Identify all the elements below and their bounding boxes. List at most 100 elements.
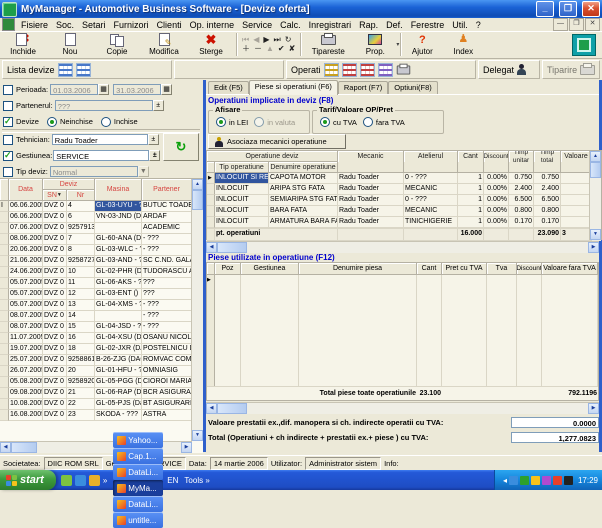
mdi-restore-button[interactable]: ❐ — [569, 18, 584, 31]
deviz-row[interactable]: 05.07.2005 DVZ 0 13 GL-04-XMS - ?? - ??? — [0, 300, 203, 311]
tray-icon[interactable] — [520, 476, 529, 485]
copie-button[interactable]: Copie — [94, 31, 141, 58]
valoare-column-header[interactable]: Valoare — [561, 151, 592, 162]
atelierul-column-header[interactable]: Atelierul — [404, 151, 458, 162]
menu-item[interactable]: Setari — [78, 20, 110, 30]
taskbar-task-button[interactable]: Cap.1... — [113, 448, 163, 464]
tip-deviz-checkbox[interactable] — [3, 167, 13, 177]
masina-column-header[interactable]: Masina — [95, 179, 142, 201]
index-button[interactable]: ♟ Index — [443, 31, 484, 58]
operatiune-row[interactable]: INLOCUIT BARA FATA Radu Toader MECANIC 1… — [207, 206, 601, 217]
insert-record-icon[interactable]: ＋ — [242, 45, 250, 53]
tray-icon[interactable] — [509, 476, 518, 485]
menu-item[interactable]: Soc. — [52, 20, 78, 30]
deviz-row[interactable]: 08.07.2005 DVZ 0 15 GL-04-JSD - ?? - ??? — [0, 322, 203, 333]
scroll-right-icon[interactable]: ▶ — [588, 403, 599, 414]
post-record-icon[interactable]: ✔ — [278, 45, 285, 53]
inchide-button[interactable]: ✖ Inchide — [0, 31, 47, 58]
delegat-panel[interactable]: Delegat — [478, 60, 540, 79]
deviz-row[interactable]: 08.06.2005 DVZ 0 7 GL-60-ANA (Da - ??? — [0, 234, 203, 245]
refresh-record-icon[interactable]: ↻ — [285, 36, 292, 44]
operation-list-icon[interactable] — [378, 63, 393, 77]
partener-lookup-button[interactable]: ± — [153, 100, 164, 111]
discount-column-header[interactable]: Discount — [517, 263, 542, 275]
scroll-left-icon[interactable]: ◀ — [206, 403, 217, 414]
menu-item[interactable]: Def. — [382, 20, 407, 30]
deviz-row[interactable]: 25.07.2005 DVZ 0 9258861 B-26-ZJG (DAC R… — [0, 355, 203, 366]
title-bar[interactable]: MyManager - Automotive Business Software… — [0, 0, 602, 18]
deviz-row[interactable]: 09.08.2005 DVZ 0 21 GL-06-RAP (DA BCR AS… — [0, 388, 203, 399]
gestiunea-checkbox[interactable] — [3, 151, 13, 161]
pret-cu-tva-column-header[interactable]: Pret cu TVA — [442, 263, 487, 275]
tip-deviz-dropdown-icon[interactable]: ▼ — [138, 166, 149, 177]
sterge-button[interactable]: ✖ Sterge — [188, 31, 235, 58]
deviz-row[interactable]: 11.07.2005 DVZ 0 16 GL-04-XSU (DA OSANU … — [0, 333, 203, 344]
operation-gold-grid-icon[interactable] — [324, 63, 339, 77]
tray-icon[interactable] — [553, 476, 562, 485]
menu-item[interactable]: Op. interne — [186, 20, 239, 30]
menu-item[interactable]: Util. — [448, 20, 472, 30]
taskbar-task-button[interactable]: DataLi... — [113, 464, 163, 480]
date-to-field[interactable]: 31.03.2006 — [113, 84, 161, 95]
scroll-up-icon[interactable]: ▲ — [192, 179, 203, 190]
list-view-icon[interactable] — [58, 63, 73, 77]
in-valuta-radio[interactable] — [254, 117, 264, 127]
quick-launch-icon[interactable] — [61, 475, 72, 486]
deviz-row[interactable]: 21.06.2005 DVZ 0 9258727 GL-03-AND - ? S… — [0, 256, 203, 267]
timp-unitar-column-header[interactable]: Timp unitar — [509, 151, 534, 162]
operatiune-row[interactable]: INLOCUIT ARMATURA BARA FATA Radu Toader … — [207, 217, 601, 228]
nou-button[interactable]: Nou — [47, 31, 94, 58]
prev-record-icon[interactable]: ◀ — [253, 36, 259, 44]
menu-item[interactable]: Rap. — [355, 20, 382, 30]
app-logo-button[interactable] — [572, 34, 596, 56]
gestiunea-column-header[interactable]: Gestiunea — [241, 263, 299, 275]
neinchise-radio[interactable] — [47, 117, 57, 127]
deviz-row[interactable]: 05.07.2005 DVZ 0 12 GL-03-ENT () ??? — [0, 289, 203, 300]
tehnician-lookup-button[interactable]: ± — [148, 134, 159, 145]
detail-view-icon[interactable] — [76, 63, 91, 77]
start-button[interactable]: start — [0, 470, 56, 490]
scroll-down-icon[interactable]: ▼ — [590, 229, 601, 240]
calendar-icon[interactable]: ▦ — [98, 84, 109, 95]
deviz-row[interactable]: 07.06.2005 DVZ 0 9257913 ACADEMIC — [0, 223, 203, 234]
taskbar-task-button[interactable]: untitle... — [113, 512, 163, 528]
sn-column-header[interactable]: SN▼ — [43, 190, 67, 201]
taskbar-task-button[interactable]: Yahoo... — [113, 432, 163, 448]
tip-operatiune-column-header[interactable]: Tip operatiune — [215, 162, 269, 173]
menu-item[interactable]: Ferestre — [407, 20, 449, 30]
tab-optiuni[interactable]: Optiuni(F8) — [388, 81, 438, 94]
deviz-row[interactable]: 06.06.2005 DVZ 0 6 VN-03-JND (Da ARDAF — [0, 212, 203, 223]
perioada-checkbox[interactable] — [3, 85, 13, 95]
deviz-row[interactable]: 20.06.2005 DVZ 0 8 GL-03-WLC - ? - ??? — [0, 245, 203, 256]
deviz-row[interactable]: 06.06.2005 DVZ 0 4 GL-03-UYU - ?? BUTUC … — [0, 201, 203, 212]
edit-record-icon[interactable]: ▲ — [266, 45, 274, 53]
poz-column-header[interactable]: Poz — [215, 263, 241, 275]
operatiune-row[interactable]: INLOCUIT ARIPA STG FATA Radu Toader MECA… — [207, 184, 601, 195]
operation-print-icon[interactable] — [396, 65, 410, 74]
partener-column-header[interactable]: Partener — [142, 179, 192, 201]
scroll-left-icon[interactable]: ◀ — [0, 442, 11, 453]
gestiunea-field[interactable]: SERVICE — [53, 150, 149, 161]
cancel-record-icon[interactable]: ✘ — [289, 45, 296, 53]
operatiune-row[interactable]: INLOCUIT SEMIARIPA STG FATA Radu Toader … — [207, 195, 601, 206]
menu-item[interactable]: ? — [472, 20, 485, 30]
close-button[interactable]: ✕ — [582, 1, 600, 17]
asociaza-mecanici-button[interactable]: Asociaza mecanici operatiune — [208, 134, 346, 149]
tehnician-field[interactable]: Radu Toader — [52, 134, 148, 145]
data-column-header[interactable]: Data — [9, 179, 43, 201]
discount-column-header[interactable]: Discount — [484, 151, 509, 162]
timp-total-column-header[interactable]: Timp total — [534, 151, 561, 162]
denumire-operatiune-column-header[interactable]: Denumire operatiune — [269, 162, 338, 173]
cu-tva-radio[interactable] — [320, 117, 330, 127]
mdi-close-button[interactable]: ✕ — [585, 18, 600, 31]
devize-checkbox[interactable] — [3, 117, 13, 127]
deviz-row[interactable]: 19.07.2005 DVZ 0 18 GL-02-JXR (DA POSTEL… — [0, 344, 203, 355]
denumire-piesa-column-header[interactable]: Denumire piesa — [299, 263, 417, 275]
delete-record-icon[interactable]: － — [254, 45, 262, 53]
quick-launch-icon[interactable] — [89, 475, 100, 486]
next-record-icon[interactable]: ▶ — [263, 36, 269, 44]
tray-icon[interactable] — [542, 476, 551, 485]
valoare-fara-tva-column-header[interactable]: Valoare fara TVA — [542, 263, 598, 275]
cant-column-header[interactable]: Cant — [417, 263, 442, 275]
operatiuni-vertical-scrollbar[interactable]: ▲ ▼ — [589, 151, 601, 240]
